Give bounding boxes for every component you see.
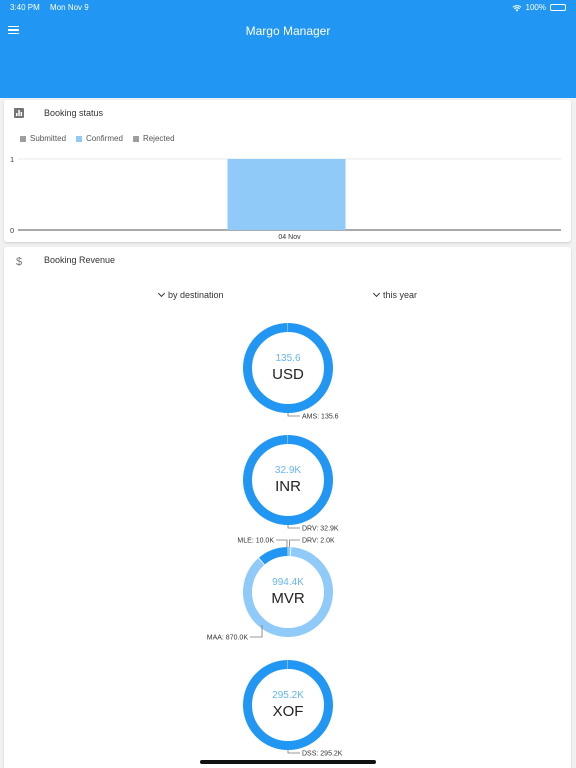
segment-label: MLE: 10.0K	[237, 538, 274, 545]
donut-total: 32.9K	[275, 465, 301, 476]
label-leader-line	[289, 539, 300, 547]
home-indicator	[200, 760, 376, 764]
app-bar: Margo Manager	[0, 14, 576, 98]
legend-label: Rejected	[142, 134, 175, 143]
legend-label: Submitted	[30, 134, 67, 143]
booking-status-card: Booking status Submitted Confirmed Rejec…	[4, 100, 571, 242]
donut-currency: XOF	[273, 703, 304, 720]
legend-item-rejected[interactable]: Rejected	[132, 134, 175, 143]
status-date: Mon Nov 9	[50, 3, 89, 12]
legend-swatch	[20, 135, 26, 142]
status-time: 3:40 PM	[10, 3, 40, 12]
donut-currency: USD	[272, 366, 304, 383]
segment-label: AMS: 135.6	[302, 414, 339, 421]
status-bar: 3:40 PM Mon Nov 9 100%	[0, 0, 576, 14]
label-leader-line	[287, 413, 300, 417]
chart-legend: Submitted Confirmed Rejected	[20, 134, 175, 143]
y-tick-label: 1	[10, 157, 14, 164]
donut-currency: MVR	[271, 590, 305, 607]
y-tick-label: 0	[10, 228, 14, 235]
donut-currency: INR	[275, 478, 301, 495]
donut-inr[interactable]: 32.9K INR DRV: 32.9K	[243, 435, 339, 533]
label-leader-line	[287, 750, 300, 754]
battery-icon	[550, 4, 566, 11]
wifi-icon	[512, 4, 521, 11]
battery-percent: 100%	[525, 3, 546, 12]
bar-confirmed[interactable]	[227, 159, 346, 230]
donut-xof[interactable]: 295.2K XOF DSS: 295.2K	[243, 660, 343, 758]
label-leader-line	[276, 539, 288, 547]
segment-label: DSS: 295.2K	[302, 751, 343, 758]
legend-item-submitted[interactable]: Submitted	[20, 134, 66, 143]
donut-total: 994.4K	[272, 577, 304, 588]
donut-total: 135.6	[275, 353, 300, 364]
booking-status-header: Booking status	[4, 100, 571, 126]
legend-swatch	[76, 135, 83, 142]
booking-revenue-card: $ Booking Revenue by destination this ye…	[4, 247, 571, 768]
booking-status-title: Booking status	[44, 108, 104, 118]
segment-label: DRV: 32.9K	[302, 526, 339, 533]
legend-swatch	[132, 135, 139, 142]
x-tick-label: 04 Nov	[278, 234, 301, 241]
legend-item-confirmed[interactable]: Confirmed	[76, 134, 123, 143]
donut-usd[interactable]: 135.6 USD AMS: 135.6	[243, 323, 339, 421]
donut-mvr[interactable]: 994.4K MVR DRV: 2.0K MLE: 10.0K MAA: 870.0K	[207, 538, 335, 642]
donut-total: 295.2K	[272, 690, 304, 701]
label-leader-line	[287, 525, 300, 529]
legend-label: Confirmed	[86, 134, 123, 143]
bar-chart-icon	[14, 108, 24, 118]
segment-label: DRV: 2.0K	[302, 538, 335, 545]
booking-status-chart: 0 1 04 Nov	[10, 157, 561, 241]
app-title: Margo Manager	[245, 24, 331, 38]
segment-label: MAA: 870.0K	[207, 635, 249, 642]
revenue-donuts: 135.6 USD AMS: 135.6 32.9K INR DRV: 32.9K 994.…	[207, 323, 343, 758]
